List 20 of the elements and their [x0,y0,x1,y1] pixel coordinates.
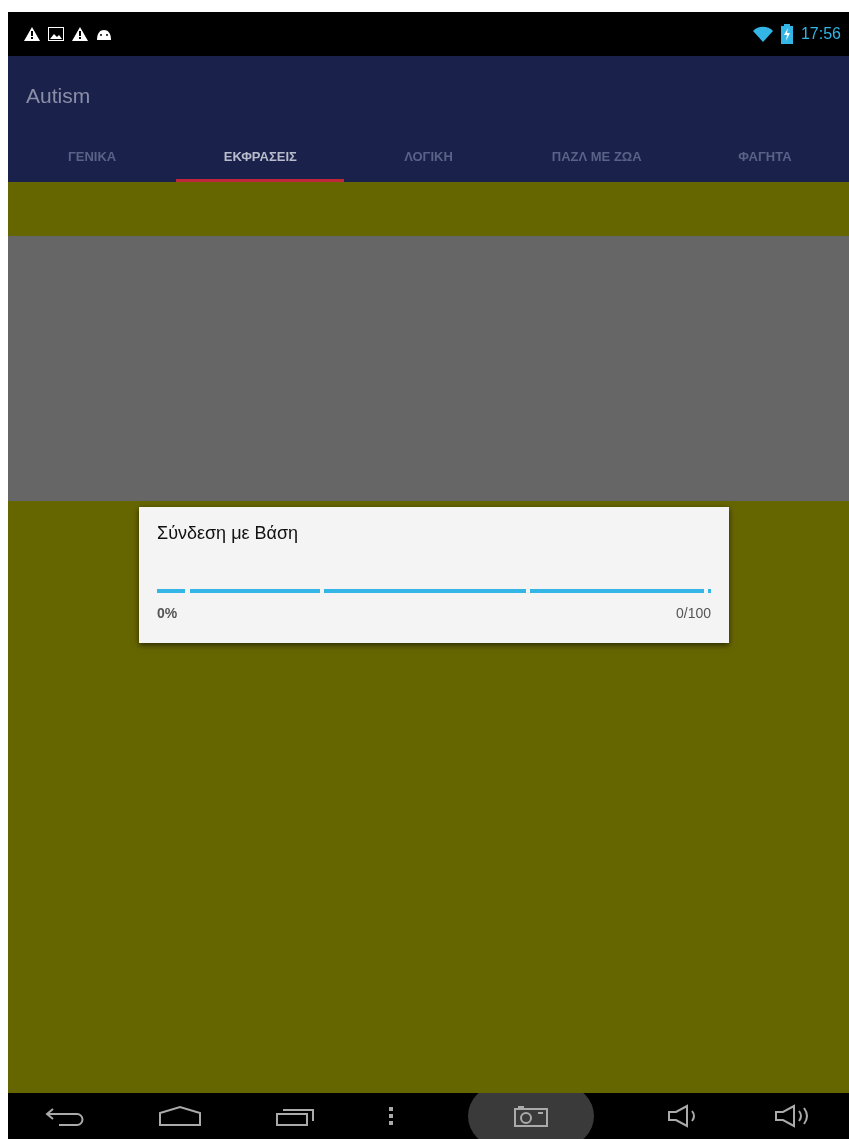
dialog-title: Σύνδεση με Βάση [157,522,300,545]
tab[interactable]: ΛΟΓΙΚΗ [344,135,513,182]
app-title: Autism [26,82,91,109]
warning-icon [72,27,88,41]
progress-count: 0/100 [675,604,711,623]
overflow-menu-icon[interactable] [388,1105,395,1127]
wifi-icon [752,26,773,42]
tab[interactable]: ΦΑΓΗΤΑ [680,135,849,182]
back-icon[interactable] [44,1105,85,1127]
tab[interactable]: ΠΑΖΛ ΜΕ ΖΩΑ [512,135,681,182]
screenshot-button[interactable] [467,1093,594,1139]
android-icon [96,28,112,40]
camera-icon [513,1105,548,1127]
battery-icon [780,24,793,44]
warning-icon [24,27,40,41]
home-icon[interactable] [157,1105,202,1127]
image-icon [48,27,64,41]
clock-time: 17:56 [800,24,841,44]
tab[interactable]: ΓΕΝΙΚΑ [8,135,177,182]
progress-percent: 0% [157,604,178,623]
